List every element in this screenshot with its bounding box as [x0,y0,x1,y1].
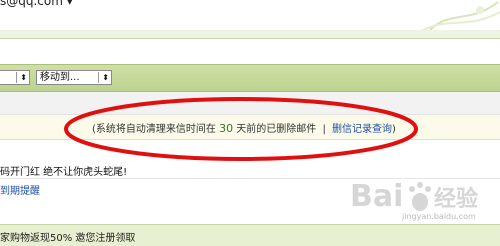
account-email: s@qq.com ▾ [0,0,73,8]
header-band [0,30,500,38]
highlight-ellipse [64,97,418,161]
mail-toolbar: ⬍ 移动到... ⬍ [0,64,500,92]
select-divider [16,72,17,83]
header-separator [0,38,500,39]
move-to-label: 移动到... [40,72,80,83]
dropdown-arrow-icon: ⬍ [20,73,27,82]
select-divider [98,72,99,83]
move-to-select[interactable]: 移动到... ⬍ [36,70,112,85]
svg-text:经验: 经验 [434,186,478,212]
ad-text[interactable]: 家购物返现50% 邀您注册领取 [0,229,135,244]
mark-as-select[interactable]: ⬍ [0,70,30,85]
corner-decoration [410,0,500,32]
mail-row-subject[interactable]: 码开门红 绝不让你虎头蛇尾! [0,163,127,178]
watermark-url: jingyan.baidu.com [402,212,476,221]
svg-text:Bai: Bai [350,179,403,214]
mail-row-subject-link[interactable]: 到期提醒 [0,182,40,197]
dropdown-arrow-icon: ⬍ [102,73,109,82]
